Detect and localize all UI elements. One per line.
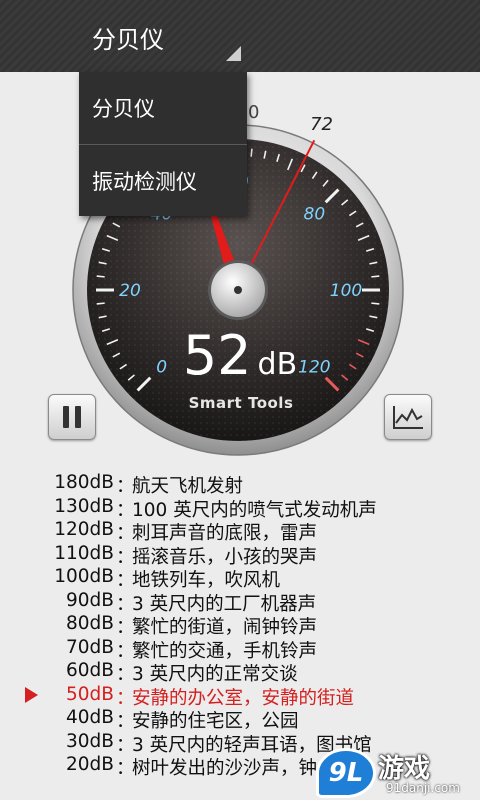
list-item: 60dB： 3 英尺内的正常交谈 xyxy=(0,660,480,685)
list-item: 100dB：地铁列车，吹风机 xyxy=(0,566,480,591)
list-item: 110dB：摇滚音乐，小孩的哭声 xyxy=(0,542,480,568)
level-value: 40dB xyxy=(66,707,114,728)
level-description: 3 英尺内的正常交谈 xyxy=(132,664,298,685)
level-description: 繁忙的交通，手机铃声 xyxy=(132,640,318,662)
level-value: 180dB xyxy=(54,472,114,493)
level-value: 110dB xyxy=(54,542,114,564)
level-description: 100 英尺内的喷气式发动机声 xyxy=(132,499,377,521)
peak-marker-label: 72 xyxy=(310,114,333,135)
spinner-arrow-icon[interactable] xyxy=(226,46,241,61)
menu-item-vibration-meter[interactable]: 振动检测仪 xyxy=(79,144,247,216)
list-item: 120dB：刺耳声音的底限，雷声 xyxy=(0,519,480,544)
gauge-tick-label: 20 xyxy=(119,281,141,301)
gauge-tick xyxy=(371,302,380,305)
level-value: 50dB xyxy=(66,683,114,705)
pause-button[interactable] xyxy=(48,394,96,440)
watermark: 9L 游戏 91danji.com xyxy=(316,742,480,800)
list-item: 130dB： 100 英尺内的喷气式发动机声 xyxy=(0,495,480,521)
gauge-tick xyxy=(250,148,253,157)
level-description: 摇滚音乐，小孩的哭声 xyxy=(132,546,318,568)
list-item-current: 50dB：安静的办公室，安静的街道 xyxy=(0,683,480,709)
level-value: 30dB xyxy=(66,730,114,752)
watermark-url: 91danji.com xyxy=(386,781,460,795)
list-item: 90dB： 3 英尺内的工厂机器声 xyxy=(0,589,480,615)
list-item: 40dB：安静的住宅区，公园 xyxy=(0,707,480,732)
pause-icon xyxy=(60,406,84,428)
list-item: 180dB：航天飞机发射 xyxy=(0,472,480,497)
level-value: 90dB xyxy=(66,589,114,611)
watermark-logo-icon: 9L xyxy=(316,748,376,798)
gauge-tick xyxy=(371,275,380,278)
gauge-tick-label: 80 xyxy=(304,205,326,225)
gauge-tick-label: 100 xyxy=(330,281,362,301)
level-value: 100dB xyxy=(54,566,114,587)
list-item: 70dB：繁忙的交通，手机铃声 xyxy=(0,636,480,662)
graph-button[interactable] xyxy=(384,394,432,440)
decibel-reading: 52 dB xyxy=(0,324,480,387)
level-value: 60dB xyxy=(66,660,114,681)
gauge-tick xyxy=(96,275,105,278)
decibel-reference-list: 180dB：航天飞机发射 130dB： 100 英尺内的喷气式发动机声 120dB：刺… xyxy=(0,472,480,779)
level-description: 安静的办公室，安静的街道 xyxy=(132,687,355,709)
level-value: 120dB xyxy=(54,519,114,540)
watermark-name: 游戏 xyxy=(378,754,431,784)
level-description: 3 英尺内的工厂机器声 xyxy=(132,593,317,615)
level-description: 刺耳声音的底限，雷声 xyxy=(132,523,318,544)
app-title-spinner[interactable]: 分贝仪 xyxy=(92,20,164,55)
level-description: 地铁列车，吹风机 xyxy=(132,570,281,591)
partial-tick-label: 0 xyxy=(248,102,259,123)
level-description: 安静的住宅区，公园 xyxy=(132,711,299,732)
gauge-tick xyxy=(96,302,105,305)
level-description: 繁忙的街道，闹钟铃声 xyxy=(132,617,318,638)
app-bar: 分贝仪 xyxy=(0,0,480,72)
level-description: 树叶发出的沙沙声，钟 xyxy=(132,758,318,779)
reading-unit: dB xyxy=(257,347,298,382)
level-description: 航天飞机发射 xyxy=(132,476,244,497)
level-value: 80dB xyxy=(66,613,114,634)
level-value: 20dB xyxy=(66,754,114,775)
mode-dropdown-menu: 分贝仪 振动检测仪 xyxy=(79,72,247,216)
level-value: 130dB xyxy=(54,495,114,517)
level-value: 70dB xyxy=(66,636,114,658)
list-item: 80dB：繁忙的街道，闹钟铃声 xyxy=(0,613,480,638)
line-graph-icon xyxy=(393,406,423,429)
current-level-arrow-icon xyxy=(25,686,38,703)
menu-item-decibel-meter[interactable]: 分贝仪 xyxy=(79,72,247,144)
reading-value: 52 xyxy=(182,324,252,387)
